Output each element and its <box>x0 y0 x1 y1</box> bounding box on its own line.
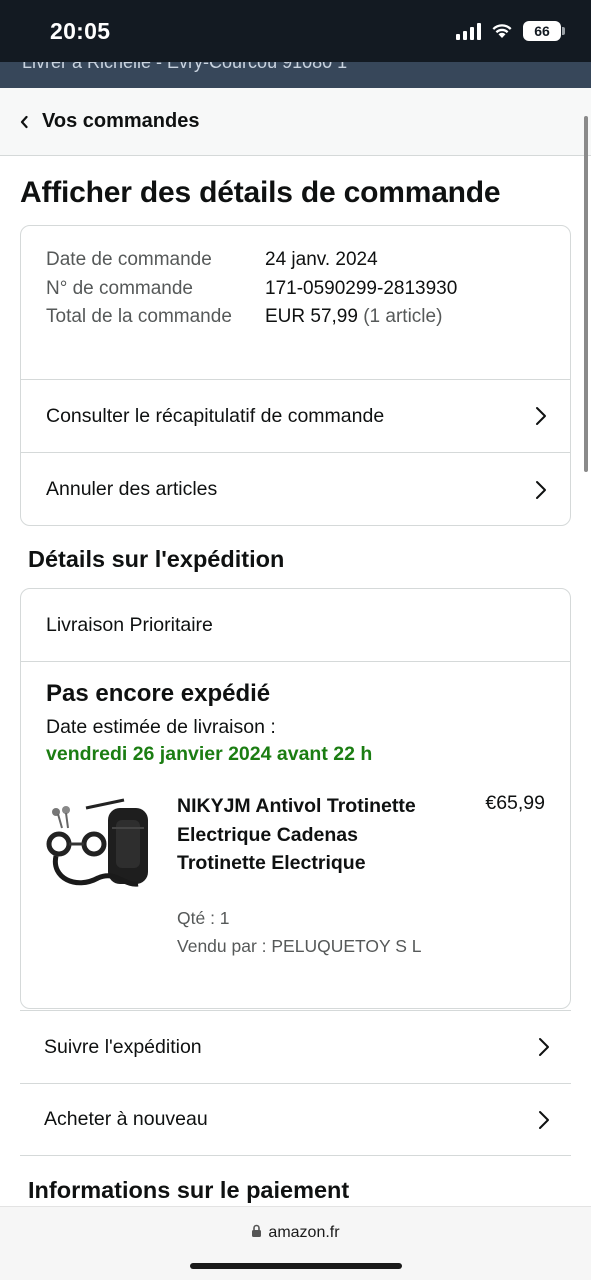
back-to-orders[interactable]: Vos commandes <box>0 88 591 156</box>
status-bar: 20:05 66 <box>0 0 591 62</box>
order-number-row: N° de commande 171-0590299-2813930 <box>46 275 545 304</box>
product-image[interactable] <box>46 798 156 902</box>
order-number-value: 171-0590299-2813930 <box>265 277 458 299</box>
back-label: Vos commandes <box>42 110 200 132</box>
order-total-value-wrap: EUR 57,99 (1 article) <box>265 303 442 332</box>
cancel-items-label: Annuler des articles <box>46 478 218 500</box>
buy-again-link[interactable]: Acheter à nouveau <box>20 1083 571 1156</box>
home-indicator[interactable] <box>190 1263 402 1269</box>
view-order-summary-label: Consulter le récapitulatif de commande <box>46 404 385 427</box>
battery-icon: 66 <box>523 21 565 41</box>
chevron-left-icon <box>20 115 28 128</box>
scrollbar[interactable] <box>584 116 588 472</box>
shipment-status: Pas encore expédié <box>46 680 271 707</box>
product-quantity: Qté : 1 <box>177 908 230 928</box>
shipping-section-title: Détails sur l'expédition <box>28 546 285 572</box>
shipping-method: Livraison Prioritaire <box>21 589 570 662</box>
product-title[interactable]: NIKYJM Antivol Trotinette Electrique Cad… <box>177 792 417 878</box>
order-date-value: 24 janv. 2024 <box>265 249 378 270</box>
cellular-signal-icon <box>456 22 481 40</box>
buy-again-label: Acheter à nouveau <box>44 1108 208 1130</box>
track-shipment-link[interactable]: Suivre l'expédition <box>20 1010 571 1083</box>
track-shipment-label: Suivre l'expédition <box>44 1035 202 1058</box>
url-text: amazon.fr <box>268 1224 340 1241</box>
status-time: 20:05 <box>50 18 111 44</box>
status-icons: 66 <box>456 21 565 41</box>
wifi-icon <box>492 24 512 38</box>
product-seller: Vendu par : PELUQUETOY S L <box>177 936 422 956</box>
chevron-right-icon <box>536 407 546 425</box>
order-summary-card: Date de commande 24 janv. 2024 N° de com… <box>20 225 571 526</box>
page-title: Afficher des détails de commande <box>20 176 501 209</box>
order-summary: Date de commande 24 janv. 2024 N° de com… <box>21 226 570 380</box>
chevron-right-icon <box>536 480 546 499</box>
shipment-body: Pas encore expédié Date estimée de livra… <box>21 662 570 972</box>
order-date-label: Date de commande <box>46 249 212 270</box>
lock-icon <box>252 1224 262 1237</box>
order-number-label: N° de commande <box>46 277 193 299</box>
deliver-to-strip[interactable]: Livrer à Richelle - Evry-Courcou 91080 1 <box>0 62 591 88</box>
order-total-label: Total de la commande <box>46 306 232 327</box>
cancel-items-link[interactable]: Annuler des articles <box>21 453 570 525</box>
order-item: NIKYJM Antivol Trotinette Electrique Cad… <box>46 792 545 972</box>
chevron-right-icon <box>539 1038 549 1056</box>
order-date-row: Date de commande 24 janv. 2024 <box>46 246 545 275</box>
chevron-right-icon <box>539 1110 549 1129</box>
order-total-value: EUR 57,99 <box>265 306 358 327</box>
address-bar[interactable]: amazon.fr <box>0 1224 591 1242</box>
payment-section-title: Informations sur le paiement <box>28 1177 350 1203</box>
delivery-estimate-date: vendredi 26 janvier 2024 avant 22 h <box>46 743 373 765</box>
delivery-estimate-label: Date estimée de livraison : <box>46 716 276 738</box>
browser-bottom-bar: amazon.fr <box>0 1206 591 1280</box>
view-order-summary-link[interactable]: Consulter le récapitulatif de commande <box>21 380 570 453</box>
product-price: €65,99 <box>485 792 545 814</box>
order-total-row: Total de la commande EUR 57,99 (1 articl… <box>46 303 545 332</box>
order-item-count: (1 article) <box>363 306 443 327</box>
shipment-card: Livraison Prioritaire Pas encore expédié… <box>20 588 571 1009</box>
deliver-to-text: Livrer à Richelle - Evry-Courcou 91080 1 <box>22 62 348 72</box>
